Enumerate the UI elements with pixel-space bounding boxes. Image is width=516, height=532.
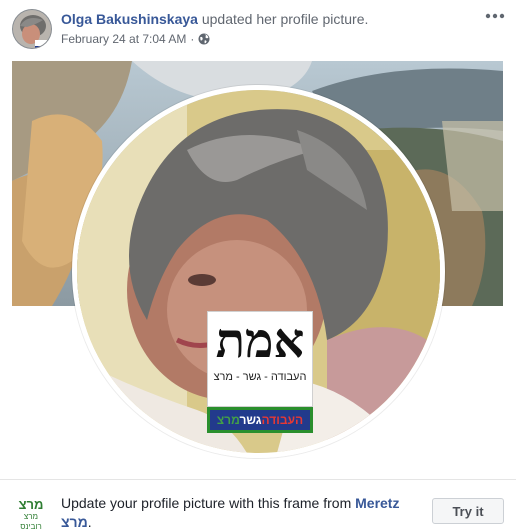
frame-badge-subtitle: העבודה - גשר - מרצ <box>213 371 307 383</box>
meretz-logo-subtext: מרצ רובינס <box>20 512 42 531</box>
frame-badge: אמת העבודה - גשר - מרצ העבודהגשרמרצ <box>207 311 313 435</box>
strip-part-1: העבודה <box>261 413 304 427</box>
profile-picture-post-image[interactable]: אמת העבודה - גשר - מרצ העבודהגשרמרצ <box>12 61 503 474</box>
post-action-text: updated her profile picture. <box>201 11 369 27</box>
globe-icon[interactable] <box>198 33 210 45</box>
promo-text-after: . <box>87 514 92 530</box>
author-line: Olga Bakushinskaya updated her profile p… <box>61 10 461 28</box>
frame-badge-title: אמת <box>215 313 305 369</box>
frame-badge-top: אמת העבודה - גשר - מרצ <box>207 311 313 407</box>
post-meta: February 24 at 7:04 AM · <box>61 31 461 47</box>
avatar-photo <box>13 10 51 48</box>
author-name-link[interactable]: Olga Bakushinskaya <box>61 11 198 27</box>
promo-text-before: Update your profile picture with this fr… <box>61 495 356 511</box>
strip-part-3: מרצ <box>216 413 240 427</box>
meretz-logo[interactable]: מרצ מרצ רובינס <box>16 497 46 531</box>
frame-badge-strip: העבודהגשרמרצ <box>207 407 313 433</box>
frame-promo-text: Update your profile picture with this fr… <box>61 494 419 532</box>
frame-promo: מרצ מרצ רובינס Update your profile pictu… <box>0 480 516 532</box>
meta-separator: · <box>190 32 195 46</box>
post-header: Olga Bakushinskaya updated her profile p… <box>0 0 516 56</box>
post-timestamp[interactable]: February 24 at 7:04 AM <box>61 31 186 47</box>
more-options-icon[interactable] <box>484 6 506 26</box>
meretz-logo-text: מרצ <box>18 497 44 512</box>
try-it-button[interactable]: Try it <box>432 498 504 524</box>
author-avatar[interactable] <box>12 9 52 49</box>
frame-badge-strip-text: העבודהגשרמרצ <box>217 413 303 427</box>
strip-part-2: גשר <box>239 413 262 427</box>
post-header-text: Olga Bakushinskaya updated her profile p… <box>61 10 461 47</box>
